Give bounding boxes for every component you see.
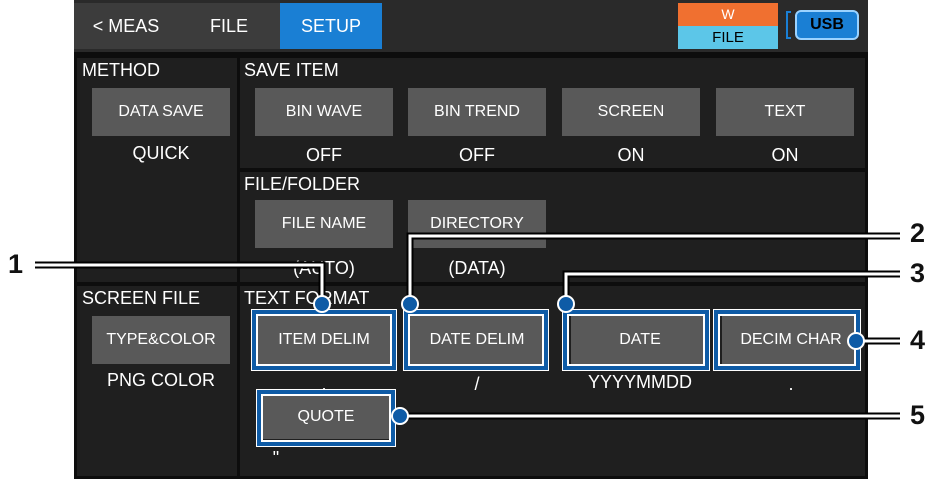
callout-4: 4	[910, 325, 926, 355]
callout-5: 5	[910, 400, 926, 430]
callout-2: 2	[910, 218, 926, 248]
callout-1: 1	[8, 249, 24, 279]
callout-3: 3	[910, 258, 926, 288]
callout-lines	[35, 232, 900, 425]
